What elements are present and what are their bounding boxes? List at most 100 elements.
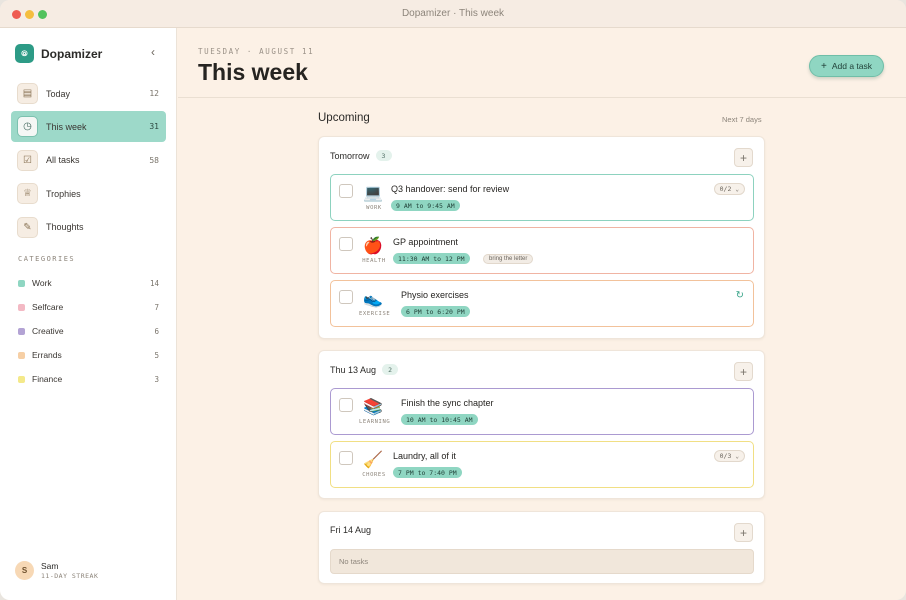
broom-icon: 🧹: [363, 452, 383, 469]
plus-icon: +: [820, 60, 827, 72]
add-task-to-day-button[interactable]: +: [734, 148, 753, 167]
category-finance[interactable]: Finance 3: [18, 367, 159, 391]
avatar: S: [15, 561, 34, 580]
task-card[interactable]: 🧹 CHORES Laundry, all of it 7 PM to 7:40…: [330, 441, 754, 488]
header-divider: [178, 97, 906, 98]
titlebar: Dopamizer · This week: [0, 0, 906, 28]
sidebar-item-label: Today: [46, 88, 71, 99]
sidebar-item-label: Thoughts: [46, 222, 84, 233]
header-date: TUESDAY · AUGUST 11: [198, 47, 315, 56]
trophy-icon: ♕: [17, 183, 38, 205]
category-label: Creative: [32, 326, 64, 336]
sidebar-item-today[interactable]: ▤ Today 12: [11, 78, 166, 109]
category-label: Work: [32, 278, 52, 288]
add-task-to-day-button[interactable]: +: [734, 523, 753, 542]
category-count: 5: [154, 350, 159, 360]
category-color-dot: [18, 351, 25, 359]
sneaker-icon: 👟: [363, 291, 383, 308]
task-time: 9 AM to 9:45 AM: [391, 200, 460, 211]
brand-name: Dopamizer: [41, 46, 103, 61]
task-card[interactable]: 🍎 HEALTH GP appointment 11:30 AM to 12 P…: [330, 227, 754, 274]
sidebar-item-all-tasks[interactable]: ☑ All tasks 58: [11, 145, 166, 176]
day-count-badge: 2: [382, 364, 399, 375]
category-work[interactable]: Work 14: [18, 271, 159, 295]
category-color-dot: [18, 303, 25, 311]
day-card-thu-13-aug: Thu 13 Aug 2 + 📚 LEARNING Finish the syn…: [318, 350, 765, 499]
category-count: 6: [154, 326, 159, 336]
category-color-dot: [18, 375, 25, 383]
add-task-button[interactable]: + Add a task: [809, 55, 884, 77]
subtask-toggle[interactable]: 0/2 ⌄: [713, 183, 745, 195]
subtask-progress: 0/3: [719, 452, 732, 460]
brand: ⦾ Dopamizer: [15, 44, 102, 63]
task-title: Physio exercises: [401, 290, 469, 300]
section-subtitle: Next 7 days: [722, 115, 762, 124]
main-content: TUESDAY · AUGUST 11 This week + Add a ta…: [178, 28, 906, 600]
category-label: Finance: [32, 374, 63, 384]
sidebar-item-label: Trophies: [46, 188, 81, 199]
clock-icon: ◷: [17, 116, 38, 138]
user-profile[interactable]: S Sam 11-DAY STREAK: [15, 561, 98, 580]
sidebar-item-label: All tasks: [46, 155, 80, 166]
task-title: GP appointment: [393, 237, 458, 247]
lightbulb-icon: ✎: [17, 216, 38, 238]
task-time: 11:30 AM to 12 PM: [393, 253, 470, 264]
category-color-dot: [18, 327, 25, 335]
task-time: 6 PM to 6:20 PM: [401, 306, 470, 317]
task-time: 7 PM to 7:40 PM: [393, 467, 462, 478]
day-name: Thu 13 Aug: [330, 364, 377, 375]
categories-list: Work 14 Selfcare 7 Creative 6 Errands 5 …: [18, 271, 159, 391]
task-checkbox[interactable]: [339, 184, 353, 198]
add-task-label: Add a task: [831, 61, 872, 71]
user-name: Sam: [41, 561, 59, 571]
task-checkbox[interactable]: [339, 290, 353, 304]
category-count: 7: [154, 302, 159, 312]
calendar-icon: ▤: [17, 83, 38, 104]
sidebar-item-trophies[interactable]: ♕ Trophies: [11, 178, 166, 209]
day-name: Tomorrow: [330, 150, 370, 161]
sidebar-item-this-week[interactable]: ◷ This week 31: [11, 111, 166, 143]
category-creative[interactable]: Creative 6: [18, 319, 159, 343]
user-streak: 11-DAY STREAK: [41, 572, 99, 580]
sidebar-item-label: This week: [46, 121, 87, 132]
task-time: 10 AM to 10:45 AM: [401, 414, 478, 425]
app-window: Dopamizer · This week ⦾ Dopamizer ‹ ▤ To…: [0, 0, 906, 600]
category-errands[interactable]: Errands 5: [18, 343, 159, 367]
subtask-toggle[interactable]: 0/3 ⌄: [713, 450, 745, 462]
task-card[interactable]: 👟 EXERCISE Physio exercises 6 PM to 6:20…: [330, 280, 754, 327]
category-label: Errands: [32, 350, 62, 360]
chevron-down-icon: ⌄: [735, 452, 739, 460]
sidebar-nav: ▤ Today 12 ◷ This week 31 ☑ All tasks 58…: [11, 78, 166, 245]
chevron-left-icon[interactable]: ‹: [146, 45, 160, 59]
page-title: This week: [198, 59, 308, 85]
day-count-badge: 3: [375, 150, 392, 161]
day-header: Tomorrow 3: [330, 150, 392, 161]
add-task-to-day-button[interactable]: +: [734, 362, 753, 381]
sidebar-item-thoughts[interactable]: ✎ Thoughts: [11, 212, 166, 243]
task-category: LEARNING: [359, 419, 391, 425]
books-icon: 📚: [363, 399, 383, 416]
day-header: Thu 13 Aug 2: [330, 364, 399, 375]
task-checkbox[interactable]: [339, 237, 353, 251]
window-title: Dopamizer · This week: [401, 8, 505, 19]
empty-day-placeholder: No tasks: [330, 549, 754, 574]
task-checkbox[interactable]: [339, 451, 353, 465]
sidebar-item-count: 12: [149, 89, 159, 98]
repeat-icon: ↻: [735, 290, 744, 301]
categories-heading: CATEGORIES: [18, 255, 76, 263]
day-card-fri-14-aug: Fri 14 Aug + No tasks: [318, 511, 765, 584]
laptop-icon: 💻: [363, 185, 383, 202]
category-count: 3: [154, 374, 159, 384]
brand-logo-icon: ⦾: [15, 44, 34, 63]
checklist-icon: ☑: [17, 149, 38, 171]
task-category: CHORES: [362, 472, 386, 478]
task-card[interactable]: 💻 WORK Q3 handover: send for review 9 AM…: [330, 174, 754, 221]
task-checkbox[interactable]: [339, 398, 353, 412]
task-title: Q3 handover: send for review: [391, 184, 510, 194]
apple-icon: 🍎: [363, 238, 383, 255]
task-card[interactable]: 📚 LEARNING Finish the sync chapter 10 AM…: [330, 388, 754, 435]
category-selfcare[interactable]: Selfcare 7: [18, 295, 159, 319]
section-title: Upcoming: [318, 112, 370, 124]
task-category: WORK: [366, 205, 382, 211]
sidebar-item-count: 58: [149, 155, 159, 165]
